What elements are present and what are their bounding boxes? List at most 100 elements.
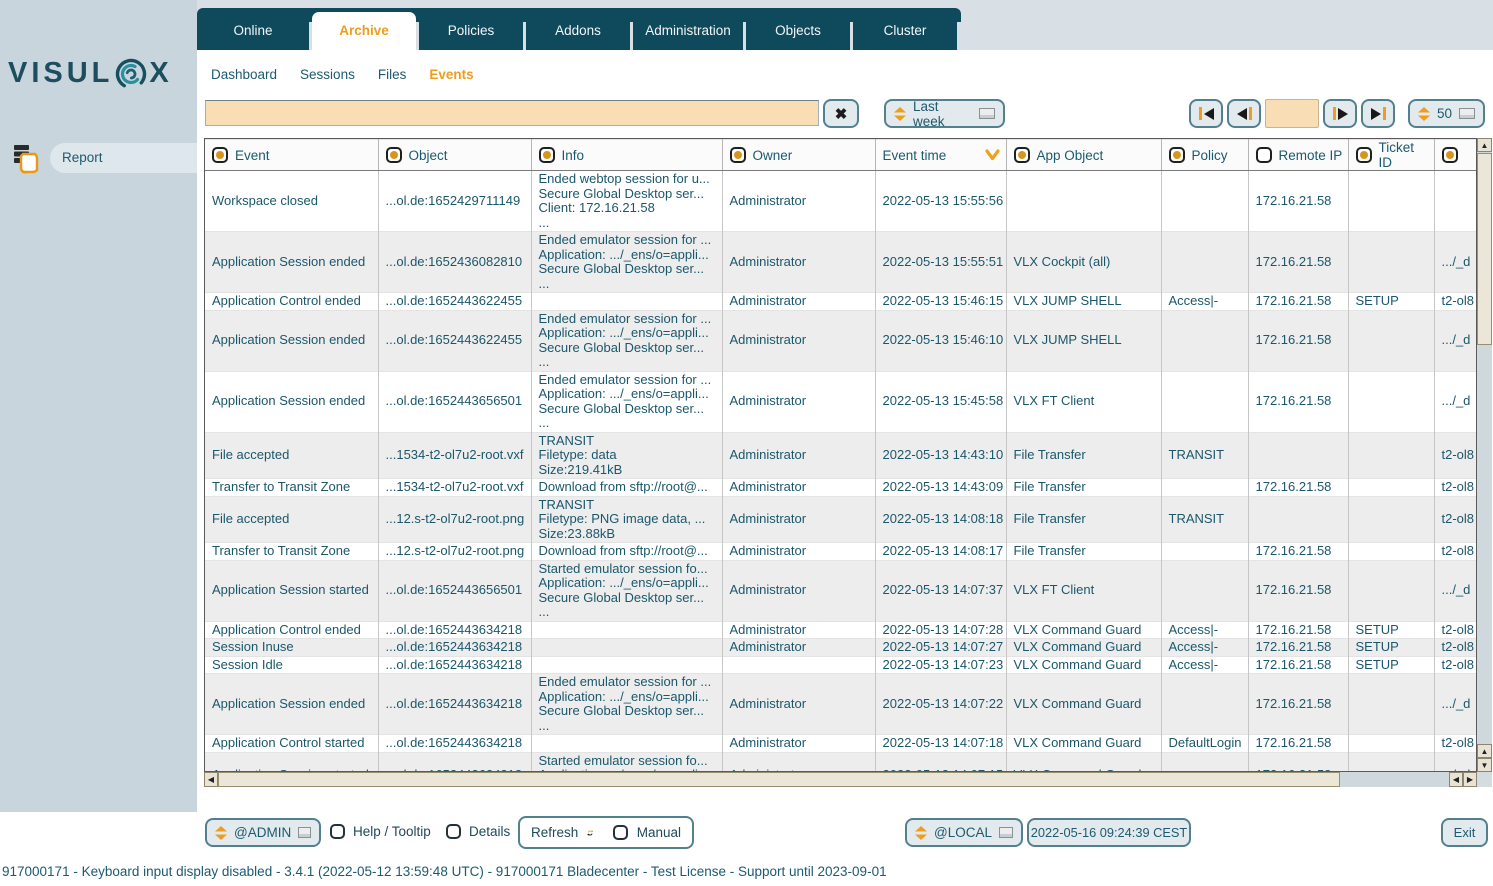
window-box-icon — [1459, 108, 1475, 119]
table-row[interactable]: Application Session started...ol.de:1652… — [205, 752, 1476, 771]
period-selector[interactable]: Last week — [884, 99, 1005, 129]
subtab-events[interactable]: Events — [429, 67, 473, 82]
column-header-event-time[interactable]: Event time — [875, 139, 1007, 171]
sub-tabs: Dashboard Sessions Files Events — [211, 58, 474, 90]
tab-archive[interactable]: Archive — [312, 12, 416, 50]
column-filter-icon[interactable] — [1441, 147, 1458, 163]
vertical-scrollbar-thumb[interactable] — [1477, 153, 1492, 345]
scroll-left-icon[interactable]: ◀ — [204, 772, 218, 787]
page-size-selector[interactable]: 50 — [1408, 99, 1485, 128]
refresh-icon[interactable] — [587, 822, 594, 844]
table-row[interactable]: Transfer to Transit Zone ...12.s-t2-ol7u2… — [205, 542, 1476, 560]
column-header-app-object[interactable]: App Object — [1006, 139, 1162, 171]
cell-ticket-id — [1348, 752, 1435, 771]
scroll-left-icon[interactable]: ◀ — [1449, 772, 1463, 787]
refresh-label[interactable]: Refresh — [531, 825, 578, 840]
tab-policies[interactable]: Policies — [419, 12, 523, 50]
cell-policy — [1161, 478, 1249, 496]
column-header-label: Object — [408, 147, 448, 163]
horizontal-scrollbar-thumb[interactable] — [218, 772, 1340, 787]
first-page-button[interactable] — [1189, 99, 1223, 128]
column-checkbox-icon[interactable] — [1255, 147, 1272, 163]
table-row[interactable]: Workspace closed ...ol.de:1652429711149 En… — [205, 170, 1476, 232]
exit-button[interactable]: Exit — [1441, 818, 1488, 847]
cell-extra: .../_d — [1434, 231, 1476, 293]
scroll-up-icon[interactable]: ▲ — [1477, 138, 1492, 152]
details-checkbox[interactable] — [446, 824, 461, 839]
column-header-owner[interactable]: Owner — [722, 139, 876, 171]
tab-addons[interactable]: Addons — [526, 12, 630, 50]
table-row[interactable]: Application Session ended ...ol.de:165244… — [205, 310, 1476, 371]
column-filter-icon[interactable] — [729, 147, 746, 163]
tab-administration[interactable]: Administration — [633, 12, 743, 50]
scroll-down-icon[interactable]: ▼ — [1477, 758, 1492, 772]
column-header-info[interactable]: Info — [531, 139, 723, 171]
subtab-dashboard[interactable]: Dashboard — [211, 67, 277, 82]
table-row[interactable]: Application Session ended ...ol.de:165244… — [205, 371, 1476, 432]
cell-event-time: 2022-05-13 15:45:58 — [875, 371, 1007, 432]
column-filter-icon[interactable] — [1168, 147, 1185, 163]
manual-checkbox[interactable] — [612, 825, 628, 840]
cell-app-object: VLX Cockpit (all) — [1006, 231, 1162, 293]
cell-event: Application Control started — [205, 734, 379, 752]
column-filter-icon[interactable] — [385, 147, 402, 163]
next-page-button[interactable] — [1323, 99, 1357, 128]
column-header-event[interactable]: Event — [205, 139, 379, 171]
cell-ticket-id — [1348, 170, 1435, 232]
table-row[interactable]: Application Control ended ...ol.de:165244… — [205, 292, 1476, 310]
table-row[interactable]: Session Inuse ...ol.de:1652443634218 Admin… — [205, 638, 1476, 656]
cell-owner: Administrator — [722, 371, 876, 432]
dropdown-arrows-icon — [1418, 106, 1430, 121]
status-bar: 917000171 - Keyboard input display disab… — [0, 858, 1493, 886]
clear-search-button[interactable]: ✖ — [823, 99, 859, 128]
cell-extra: t2-ol8 — [1434, 621, 1476, 639]
column-header-ticket-id[interactable]: Ticket ID — [1348, 139, 1435, 171]
tab-cluster[interactable]: Cluster — [853, 12, 957, 50]
table-row[interactable]: Application Control started ...ol.de:1652… — [205, 734, 1476, 752]
column-filter-icon[interactable] — [538, 147, 555, 163]
tab-online[interactable]: Online — [197, 12, 309, 50]
help-tooltip-checkbox[interactable] — [330, 824, 345, 839]
column-filter-icon[interactable] — [212, 147, 228, 163]
cell-extra: .../_d — [1434, 560, 1476, 621]
sidebar-item-report[interactable]: Report — [12, 142, 197, 174]
cell-extra: t2-ol8 — [1434, 496, 1476, 543]
details-toggle[interactable]: Details — [446, 824, 510, 839]
table-row[interactable]: Application Session ended ...ol.de:165243… — [205, 231, 1476, 293]
cell-event-time: 2022-05-13 14:08:18 — [875, 496, 1007, 543]
last-page-button[interactable] — [1361, 99, 1395, 128]
datetime-button[interactable]: 2022-05-16 09:24:39 CEST — [1027, 818, 1191, 847]
cell-event: Application Session started — [205, 560, 379, 621]
column-header-extra[interactable] — [1434, 139, 1476, 171]
scroll-up-icon[interactable]: ▲ — [1477, 744, 1492, 758]
table-row[interactable]: File accepted ...12.s-t2-ol7u2-root.png TR… — [205, 496, 1476, 543]
subtab-files[interactable]: Files — [378, 67, 407, 82]
table-row[interactable]: Application Session started...ol.de:1652… — [205, 560, 1476, 621]
table-row[interactable]: Application Session ended ...ol.de:165244… — [205, 673, 1476, 735]
subtab-sessions[interactable]: Sessions — [300, 67, 355, 82]
horizontal-scrollbar[interactable]: ◀ ◀ ▶ — [204, 772, 1477, 787]
search-input[interactable] — [205, 100, 819, 126]
table-row[interactable]: Transfer to Transit Zone ...1534-t2-ol7u2… — [205, 478, 1476, 496]
cell-app-object: VLX FT Client — [1006, 560, 1162, 621]
admin-selector[interactable]: @ADMIN — [205, 818, 321, 847]
tab-objects[interactable]: Objects — [746, 12, 850, 50]
column-filter-icon[interactable] — [1013, 147, 1030, 163]
cell-event-time: 2022-05-13 14:07:27 — [875, 638, 1007, 656]
page-number-input[interactable] — [1265, 99, 1319, 128]
column-filter-icon[interactable] — [1355, 147, 1372, 163]
cell-event: Session Inuse — [205, 638, 379, 656]
table-row[interactable]: Session Idle ...ol.de:1652443634218 2022-0… — [205, 656, 1476, 674]
table-row[interactable]: File accepted ...1534-t2-ol7u2-root.vxf TR… — [205, 432, 1476, 479]
column-header-remote-ip[interactable]: Remote IP — [1248, 139, 1349, 171]
column-header-object[interactable]: Object — [378, 139, 532, 171]
cell-event-time: 2022-05-13 14:43:10 — [875, 432, 1007, 479]
local-selector[interactable]: @LOCAL — [905, 818, 1023, 847]
vertical-scrollbar[interactable]: ▲ ▲ ▼ — [1477, 138, 1492, 772]
prev-page-button[interactable] — [1227, 99, 1261, 128]
help-tooltip-toggle[interactable]: Help / Tooltip — [330, 824, 431, 839]
column-header-policy[interactable]: Policy — [1161, 139, 1249, 171]
cell-remote-ip: 172.16.21.58 — [1248, 478, 1349, 496]
scroll-right-icon[interactable]: ▶ — [1463, 772, 1477, 787]
table-row[interactable]: Application Control ended ...ol.de:165244… — [205, 621, 1476, 639]
